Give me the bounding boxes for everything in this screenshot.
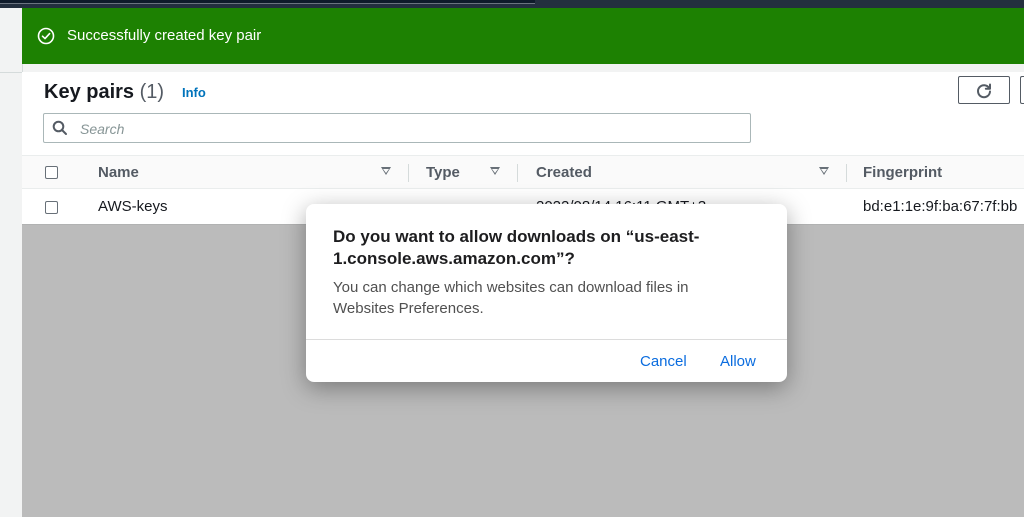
refresh-icon (977, 83, 991, 99)
sort-caret-icon[interactable] (819, 167, 829, 175)
select-all-checkbox[interactable] (45, 166, 58, 179)
dialog-message: You can change which websites can downlo… (333, 279, 689, 317)
search-icon (52, 120, 67, 135)
column-header-fingerprint[interactable]: Fingerprint (863, 164, 942, 182)
column-divider[interactable] (846, 164, 847, 182)
search-input[interactable] (78, 118, 742, 140)
sort-caret-icon[interactable] (490, 167, 500, 175)
search-field[interactable] (43, 113, 751, 143)
flash-message: Successfully created key pair (67, 27, 262, 44)
cell-fingerprint: bd:e1:1e:9f:ba:67:7f:bb (863, 198, 1018, 215)
browser-top-bar (0, 0, 1024, 8)
check-circle-icon (37, 27, 55, 45)
cancel-button[interactable]: Cancel (640, 353, 687, 370)
allow-button[interactable]: Allow (720, 353, 756, 370)
side-navigation-collapsed (0, 8, 23, 517)
column-divider[interactable] (517, 164, 518, 182)
side-nav-divider (0, 72, 22, 81)
key-pair-count: (1) (139, 81, 165, 103)
dialog-divider (306, 339, 787, 340)
cell-name: AWS-keys (98, 198, 168, 215)
column-header-name[interactable]: Name (98, 164, 139, 182)
column-divider[interactable] (408, 164, 409, 182)
page-title-text: Key pairs (44, 81, 135, 103)
column-header-created[interactable]: Created (536, 164, 592, 182)
refresh-button[interactable] (958, 76, 1010, 104)
info-link[interactable]: Info (182, 85, 206, 100)
row-checkbox[interactable] (45, 201, 58, 214)
download-permission-dialog: Do you want to allow downloads on “us-ea… (306, 204, 787, 382)
sort-caret-icon[interactable] (381, 167, 391, 175)
column-header-type[interactable]: Type (426, 164, 460, 182)
browser-tab-edge (0, 0, 535, 4)
dialog-title: Do you want to allow downloads on “us-ea… (333, 227, 700, 268)
success-flash-banner: Successfully created key pair (22, 8, 1024, 64)
table-header: Name Type Created Fingerprint (22, 155, 1024, 189)
actions-button[interactable] (1020, 76, 1024, 104)
page-title: Key pairs (1) (44, 80, 164, 104)
